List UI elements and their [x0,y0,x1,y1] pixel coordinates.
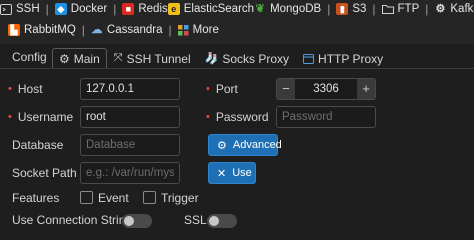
use-connection-string-toggle[interactable] [122,214,152,228]
database-label: Database [12,138,64,152]
event-checkbox[interactable] [80,191,93,204]
username-label: • Username [8,110,73,124]
s3-icon: ▮ [336,3,349,15]
db-type-row-1: SSH | ◆ Docker | ■ Redis e ElasticSearch… [0,0,474,18]
elasticsearch-icon: e [167,3,180,15]
tunnel-icon: ⤧ [113,52,123,64]
gear-icon: ⚙ [217,139,227,152]
tab-ftp[interactable]: FTP [381,3,420,15]
folder-icon [381,5,394,14]
features-label: Features [12,191,60,205]
password-input[interactable] [276,106,376,128]
config-label: Config [12,50,47,64]
database-input[interactable] [80,134,180,156]
tab-elasticsearch-label: ElasticSearch [183,3,255,15]
password-label-text: Password [215,110,269,124]
tab-kafka[interactable]: ⚙ Kafka [434,3,474,15]
window-icon [303,53,315,64]
config-tabs: ⚙ Main ⤧ SSH Tunnel 🧦 Socks Proxy HTTP P… [52,48,390,68]
docker-icon: ◆ [54,3,67,15]
tab-rabbitmq[interactable]: ▙ RabbitMQ [8,24,76,36]
tab-rabbitmq-label: RabbitMQ [24,24,76,36]
tab-cassandra[interactable]: ☁ Cassandra [91,24,163,36]
host-label-text: Host [17,82,43,96]
tab-ssh-tunnel-label: SSH Tunnel [126,51,191,66]
socket-path-label: Socket Path [12,166,77,180]
tab-main-label: Main [73,51,100,66]
redis-icon: ■ [122,3,135,15]
advanced-button[interactable]: ⚙ Advanced [208,134,282,156]
tab-mongodb[interactable]: ❦ MongoDB [254,3,321,15]
tab-ssh[interactable]: SSH [0,3,40,15]
cassandra-icon: ☁ [91,24,103,36]
tab-cassandra-label: Cassandra [106,24,163,36]
port-stepper: − 3306 + [276,78,376,100]
tab-s3-label: S3 [352,3,367,15]
tab-docker[interactable]: ◆ Docker [54,3,108,15]
tab-redis[interactable]: ■ Redis [122,3,168,15]
tab-more[interactable]: More [177,24,219,36]
tab-kafka-label: Kafka [450,3,474,15]
password-label: • Password [206,110,269,124]
required-indicator: • [206,111,210,123]
port-label: • Port [206,82,238,96]
port-label-text: Port [215,82,238,96]
use-connection-string-label: Use Connection String [12,213,133,227]
tab-redis-label: Redis [138,3,168,15]
tab-ftp-label: FTP [397,3,420,15]
socks-icon: 🧦 [204,53,219,65]
use-button[interactable]: ✕ Use [208,162,256,184]
tab-docker-label: Docker [70,3,108,15]
rabbitmq-icon: ▙ [8,24,20,36]
mongodb-icon: ❦ [255,3,265,15]
required-indicator: • [206,83,210,95]
tools-icon: ✕ [217,167,227,180]
host-label: • Host [8,82,43,96]
tab-ssh-tunnel[interactable]: ⤧ SSH Tunnel [107,48,198,68]
trigger-checkbox[interactable] [143,191,156,204]
advanced-button-label: Advanced [232,139,282,151]
trigger-label: Trigger [161,191,199,205]
port-decrement-button[interactable]: − [277,79,295,99]
tab-main[interactable]: ⚙ Main [52,48,107,68]
required-indicator: • [8,111,12,123]
gear-icon: ⚙ [59,51,70,66]
db-type-row-2: ▙ RabbitMQ | ☁ Cassandra | More [0,20,474,40]
ssl-toggle[interactable] [207,214,237,228]
tab-elasticsearch[interactable]: e ElasticSearch [167,3,255,15]
tab-ssh-label: SSH [16,3,40,15]
separator: | [45,2,49,16]
separator: | [113,2,117,16]
socket-path-input[interactable] [80,162,180,184]
separator: | [168,23,172,37]
username-label-text: Username [17,110,74,124]
kafka-icon: ⚙ [435,3,446,15]
tabs-divider [0,68,474,69]
db-type-toolbar: SSH | ◆ Docker | ■ Redis e ElasticSearch… [0,0,474,44]
tab-mongodb-label: MongoDB [270,3,322,15]
grid-icon [177,24,189,35]
tab-socks-proxy[interactable]: 🧦 Socks Proxy [198,48,296,68]
ssl-label: SSL [184,213,207,227]
host-input[interactable] [80,78,180,100]
toggle-knob [124,216,134,226]
toggle-knob [209,216,219,226]
separator: | [372,2,376,16]
use-button-label: Use [232,167,252,179]
tab-http-proxy[interactable]: HTTP Proxy [296,48,390,68]
port-value[interactable]: 3306 [295,79,357,99]
terminal-icon [0,3,12,15]
event-label: Event [98,191,129,205]
tab-s3[interactable]: ▮ S3 [336,3,366,15]
required-indicator: • [8,83,12,95]
tab-more-label: More [192,24,219,36]
separator: | [81,23,85,37]
username-input[interactable] [80,106,180,128]
separator: | [425,2,429,16]
port-increment-button[interactable]: + [357,79,375,99]
separator: | [327,2,331,16]
tab-socks-proxy-label: Socks Proxy [222,51,290,66]
tab-http-proxy-label: HTTP Proxy [318,51,384,66]
